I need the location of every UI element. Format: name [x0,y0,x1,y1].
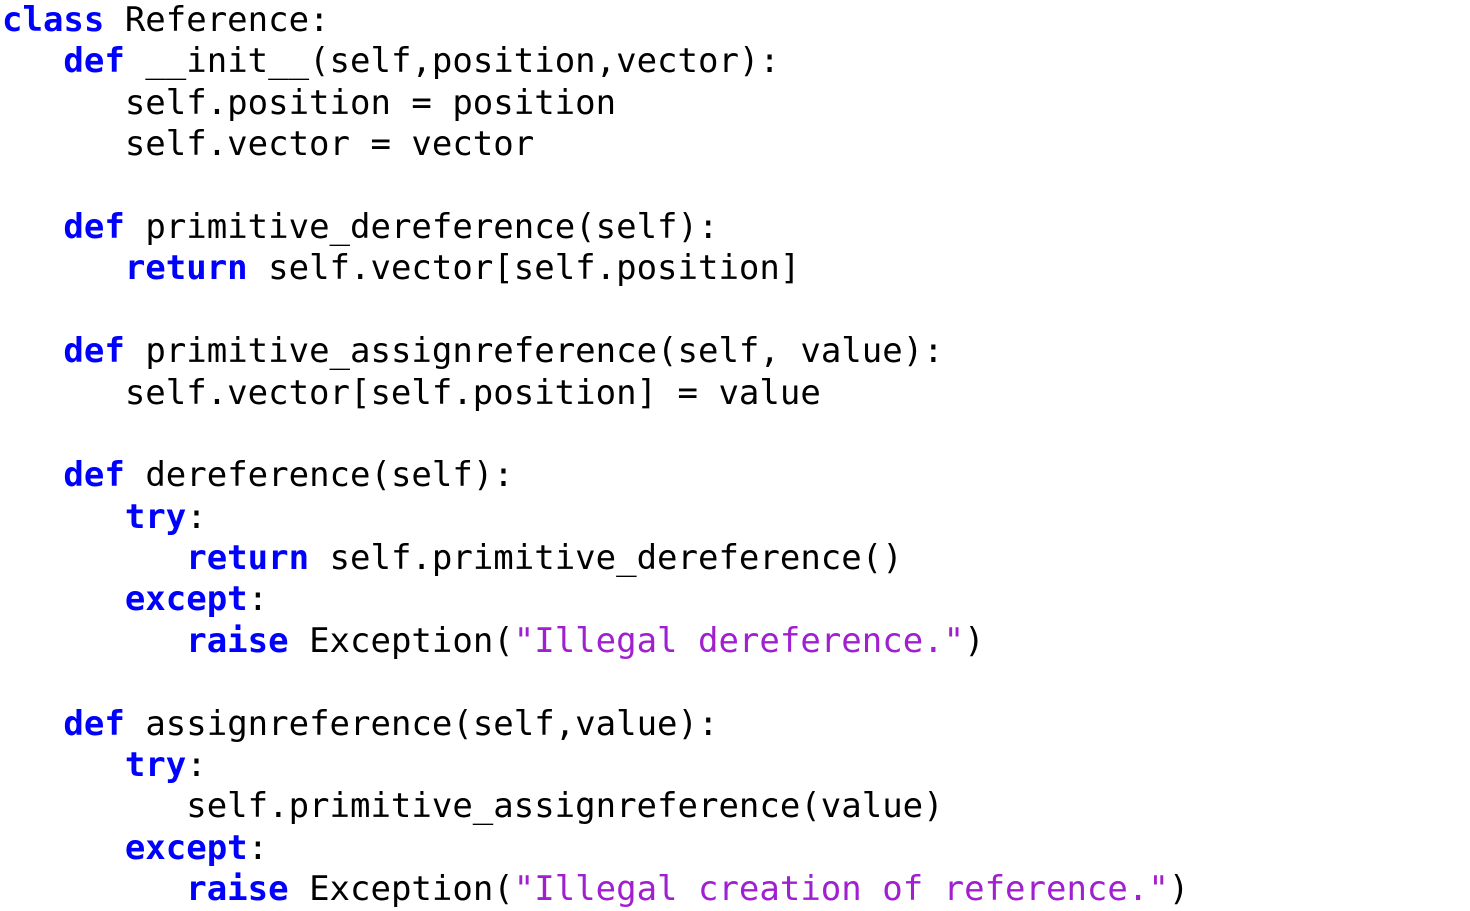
code-line: self.position = position [0,83,1470,124]
code-line: try: [0,497,1470,538]
code-token-string: "Illegal creation of reference." [513,869,1169,910]
code-token-keyword: except [124,827,248,868]
code-line: return self.primitive_dereference() [0,538,1470,579]
code-token-keyword: except [124,579,248,620]
code-token-keyword: return [186,538,310,579]
code-token-plain: : [186,496,207,537]
code-token-keyword: def [63,703,125,744]
code-line: self.primitive_assignreference(value) [0,786,1470,827]
code-token-plain: ) [1168,869,1190,910]
code-token-plain: dereference(self): [124,455,514,496]
code-line: self.vector[self.position] = value [0,373,1470,414]
code-line: def assignreference(self,value): [0,704,1470,745]
code-token-string: "Illegal dereference." [513,620,965,661]
code-line: raise Exception("Illegal creation of ref… [0,869,1470,910]
code-line: except: [0,828,1470,869]
code-token-keyword: def [63,41,125,82]
code-token-keyword: class [2,0,105,40]
code-line: return self.vector[self.position] [0,248,1470,289]
code-listing: class Reference: def __init__(self,posit… [0,0,1470,909]
code-token-plain: self.vector[self.position] = value [2,372,821,413]
code-line: def primitive_dereference(self): [0,207,1470,248]
code-line: def __init__(self,position,vector): [0,41,1470,82]
code-token-plain: assignreference(self,value): [124,703,719,744]
code-token-plain: : [186,745,207,786]
code-token-keyword: raise [186,620,289,661]
code-token-keyword: try [124,496,187,537]
code-line: except: [0,579,1470,620]
code-token-plain: self.vector[self.position] [247,248,801,289]
code-token-plain: primitive_dereference(self): [124,206,719,247]
code-token-keyword: raise [186,869,289,910]
code-token-plain: self.primitive_assignreference(value) [2,786,944,827]
code-token-plain: Reference: [104,0,330,40]
code-token-plain: Exception( [288,869,514,910]
code-line: self.vector = vector [0,124,1470,165]
code-token-plain: : [247,827,269,868]
code-token-plain: self.position = position [2,82,617,123]
code-token-plain: self.vector = vector [2,124,535,165]
code-line: class Reference: [0,0,1470,41]
code-line: def primitive_assignreference(self, valu… [0,331,1470,372]
code-token-plain: ) [964,620,985,661]
code-token-keyword: def [63,206,125,247]
code-line [0,662,1470,703]
code-line [0,414,1470,455]
code-line [0,290,1470,331]
code-token-keyword: def [63,331,125,372]
code-token-keyword: def [63,455,125,496]
code-line: raise Exception("Illegal dereference.") [0,621,1470,662]
code-token-plain: Exception( [288,620,514,661]
code-line: try: [0,745,1470,786]
code-token-plain: __init__(self,position,vector): [124,41,780,82]
code-token-plain: self.primitive_dereference() [309,538,903,579]
code-token-keyword: try [124,745,187,786]
code-token-plain: : [247,579,269,620]
code-token-keyword: return [124,248,248,289]
code-token-plain: primitive_assignreference(self, value): [124,331,944,372]
code-line [0,166,1470,207]
code-line: def dereference(self): [0,455,1470,496]
